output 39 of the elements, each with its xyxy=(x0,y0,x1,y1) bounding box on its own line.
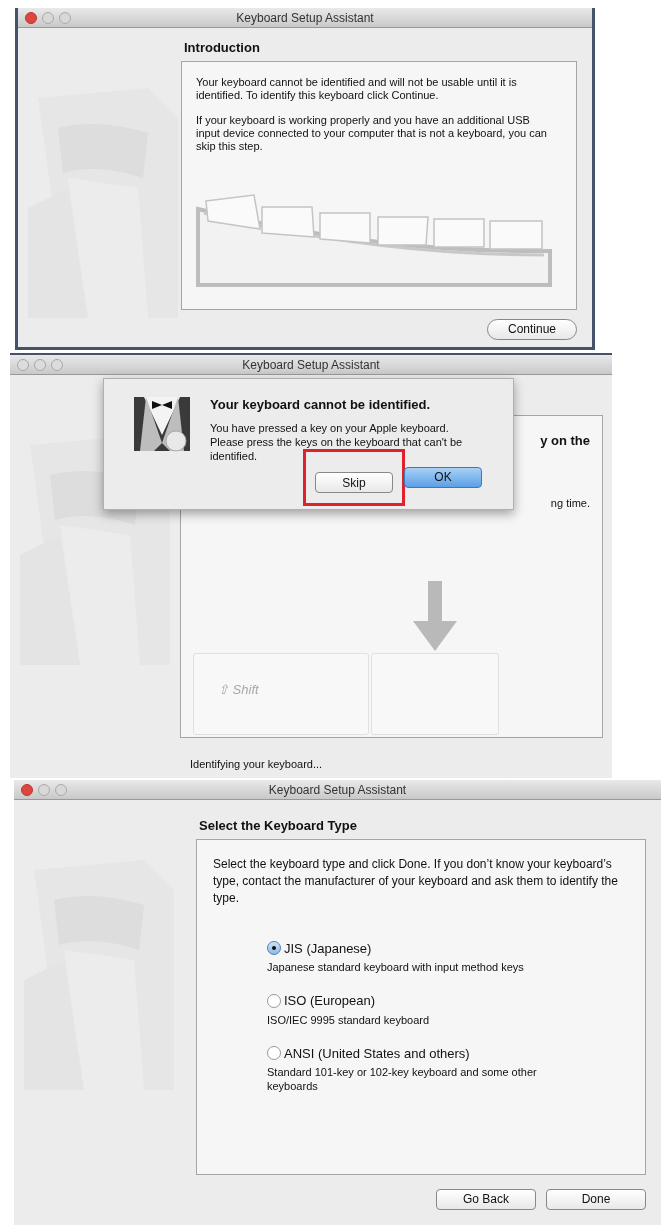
option-description: ISO/IEC 9995 standard keyboard xyxy=(267,1012,431,1027)
radio-button[interactable] xyxy=(267,941,281,956)
option-description: Standard 101-key or 102-key keyboard and some other keyboards xyxy=(267,1065,538,1093)
zoom-button[interactable] xyxy=(59,12,71,24)
instruction-fragment: ng time. xyxy=(550,495,590,511)
radio-button[interactable] xyxy=(267,993,281,1008)
dialog-button[interactable]: Skip xyxy=(315,472,393,493)
paragraph: Select the keyboard type and click Done. If you don’t know your keyboard’s type, contact the manufacturer of your keyboard and ask them to identify the type. xyxy=(212,855,619,907)
window-title: Keyboard Setup Assistant xyxy=(236,9,374,27)
dialog-button[interactable]: Go Back xyxy=(436,1188,536,1210)
status-text: Identifying your keyboard... xyxy=(190,757,324,772)
close-button[interactable] xyxy=(25,12,37,24)
alert-title: Your keyboard cannot be identified. xyxy=(210,396,432,414)
radio-option[interactable]: ANSI (United States and others) xyxy=(267,1043,645,1063)
minimize-button[interactable] xyxy=(42,12,54,24)
key-label: ⇧ Shift xyxy=(218,681,259,699)
radio-button[interactable] xyxy=(267,1046,281,1061)
paragraph: Your keyboard cannot be identified and will not be usable until it is identified. To identify this keyboard click Continue. xyxy=(196,75,518,102)
alert-message: You have pressed a key on your Apple keyboard. Please press the keys on the keyboard that can't be identified. xyxy=(210,420,464,463)
window-title: Keyboard Setup Assistant xyxy=(242,356,380,374)
instruction-fragment: y on the xyxy=(540,432,590,450)
minimize-button[interactable] xyxy=(34,359,46,371)
dialog-button[interactable]: Continue xyxy=(487,318,577,340)
arrow-down-icon xyxy=(411,581,459,653)
tuxedo-icon xyxy=(132,395,192,453)
close-button[interactable] xyxy=(17,359,29,371)
dialog-button[interactable]: OK xyxy=(404,466,482,488)
radio-option[interactable]: JIS (Japanese) xyxy=(267,938,645,958)
minimize-button[interactable] xyxy=(38,784,50,796)
paragraph: If your keyboard is working properly and you have an additional USB input device connected to your computer that is not a keyboard, you can skip this step. xyxy=(196,113,548,153)
dialog-button[interactable]: Done xyxy=(546,1188,646,1210)
radio-option[interactable]: ISO (European) xyxy=(267,991,645,1011)
section-heading: Introduction xyxy=(184,39,261,57)
zoom-button[interactable] xyxy=(51,359,63,371)
window-title: Keyboard Setup Assistant xyxy=(268,781,407,799)
option-description: Japanese standard keyboard with input method keys xyxy=(267,960,525,974)
section-heading: Select the Keyboard Type xyxy=(199,817,358,835)
close-button[interactable] xyxy=(21,784,33,796)
zoom-button[interactable] xyxy=(55,784,67,796)
